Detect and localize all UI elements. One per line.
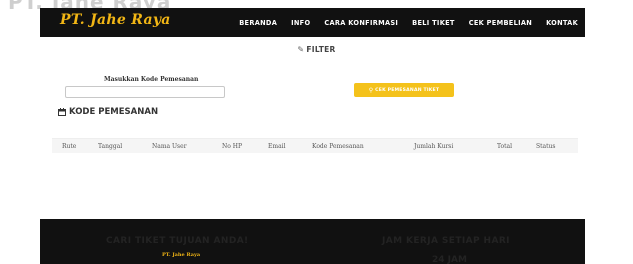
page: PT. Jahe Raya PT. Jahe Raya BERANDA INFO… [0,0,633,264]
footer-jam-kerja-value: 24 JAM [432,255,467,264]
footer-cari-tiket-title: CARI TIKET TUJUAN ANDA! [106,236,249,246]
edit-icon: ✎ [297,45,305,54]
cek-pemesanan-button-label: CEK PEMESANAN TIKET [375,87,440,93]
filter-title-text: FILTER [306,45,336,54]
nav-item-beranda[interactable]: BERANDA [239,19,277,27]
kode-pemesanan-input[interactable] [65,86,225,98]
nav-item-cek-pembelian[interactable]: CEK PEMBELIAN [469,19,532,27]
calendar-icon [58,108,66,116]
footer-brand-text: PT. Jahe Raya [162,252,201,258]
column-header-status: Status [536,143,556,150]
footer-jam-kerja-title: JAM KERJA SETIAP HARI [382,236,510,246]
column-header-email: Email [268,143,286,150]
search-icon: ⚲ [368,87,374,94]
kode-pemesanan-heading: KODE PEMESANAN [58,107,158,117]
kode-pemesanan-title: KODE PEMESANAN [69,107,159,117]
column-header-rute: Rute [62,143,77,150]
nav-menu: BERANDA INFO CARA KONFIRMASI BELI TIKET … [239,8,578,37]
table-header-row: Rute Tanggal Nama User No HP Email Kode … [52,138,578,153]
column-header-jumlah-kursi: Jumlah Kursi [414,143,454,150]
column-header-tanggal: Tanggal [98,143,123,150]
nav-item-info[interactable]: INFO [291,19,310,27]
brand-logo[interactable]: PT. Jahe Raya [60,12,171,28]
cek-pemesanan-button[interactable]: ⚲ CEK PEMESANAN TIKET [354,83,454,97]
footer: CARI TIKET TUJUAN ANDA! PT. Jahe Raya JA… [40,219,585,264]
nav-item-kontak[interactable]: KONTAK [546,19,578,27]
column-header-kode-pemesanan: Kode Pemesanan [312,143,364,150]
column-header-total: Total [497,143,513,150]
navbar: PT. Jahe Raya BERANDA INFO CARA KONFIRMA… [40,8,585,37]
filter-heading: ✎ FILTER [0,45,633,54]
nav-item-cara-konfirmasi[interactable]: CARA KONFIRMASI [324,19,398,27]
nav-item-beli-tiket[interactable]: BELI TIKET [412,19,455,27]
column-header-no-hp: No HP [222,143,243,150]
kode-pemesanan-label: Masukkan Kode Pemesanan [104,76,199,83]
column-header-nama-user: Nama User [152,143,187,150]
